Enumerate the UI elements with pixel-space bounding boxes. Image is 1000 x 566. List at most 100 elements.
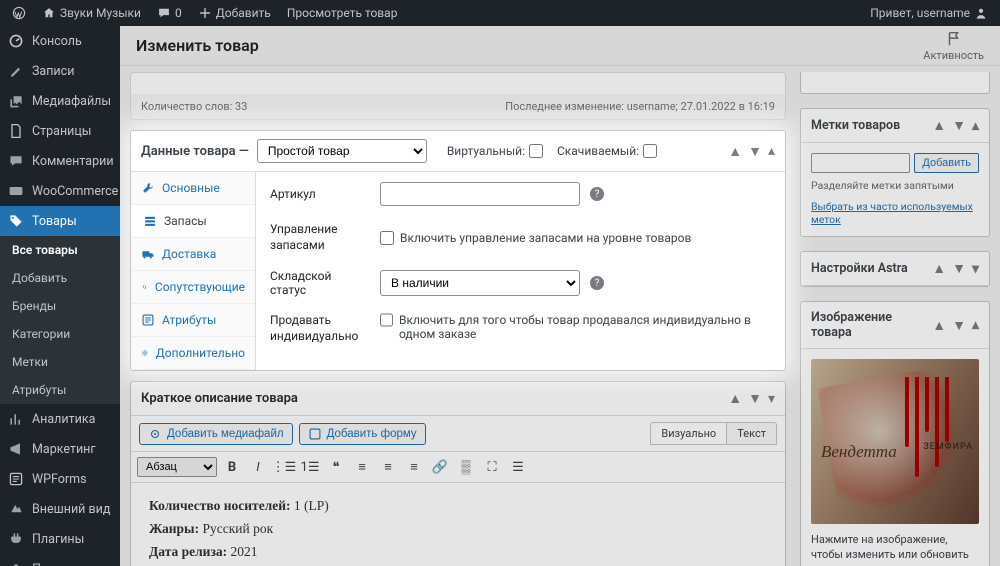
sidebar-item-woocommerce[interactable]: WooCommerce <box>0 176 120 206</box>
sidebar-item-dashboard[interactable]: Консоль <box>0 26 120 56</box>
submenu-add-product[interactable]: Добавить <box>0 264 120 292</box>
astra-settings-box: Настройки Astra ▲▼▾ <box>800 251 990 287</box>
stock-status-select[interactable]: В наличии <box>380 270 580 296</box>
tab-linked[interactable]: Сопутствующие <box>131 271 255 304</box>
sidebar-item-appearance[interactable]: Внешний вид <box>0 494 120 524</box>
align-center-button[interactable]: ≡ <box>377 456 399 478</box>
move-up-icon[interactable]: ▲ <box>728 143 742 160</box>
toolbar-toggle-button[interactable]: ☰ <box>507 456 529 478</box>
downloadable-checkbox-label[interactable]: Скачиваемый: <box>557 144 657 158</box>
italic-button[interactable]: I <box>247 456 269 478</box>
add-media-button[interactable]: Добавить медиафайл <box>139 423 293 445</box>
move-up-icon[interactable]: ▲ <box>728 390 742 407</box>
tab-advanced[interactable]: Дополнительно <box>131 337 255 370</box>
sidebar-item-plugins[interactable]: Плагины <box>0 524 120 554</box>
product-data-title: Данные товара — <box>141 144 249 159</box>
submenu-attributes[interactable]: Атрибуты <box>0 376 120 404</box>
products-submenu: Все товары Добавить Бренды Категории Мет… <box>0 236 120 404</box>
sidebar-item-posts[interactable]: Записи <box>0 56 120 86</box>
virtual-checkbox-label[interactable]: Виртуальный: <box>447 144 543 158</box>
virtual-checkbox[interactable] <box>529 144 543 158</box>
tab-text[interactable]: Текст <box>726 422 777 445</box>
sku-input[interactable] <box>380 182 580 206</box>
help-icon[interactable]: ? <box>590 187 604 201</box>
choose-popular-tags-link[interactable]: Выбрать из часто используемых меток <box>811 200 979 226</box>
move-down-icon[interactable]: ▼ <box>748 143 762 160</box>
downloadable-checkbox[interactable] <box>643 144 657 158</box>
featured-image[interactable]: Вендетта ЗЕМФИРА <box>811 359 979 524</box>
toggle-panel-icon[interactable]: ▴ <box>972 317 979 333</box>
album-artist: ЗЕМФИРА <box>923 442 973 452</box>
toggle-panel-icon[interactable]: ▾ <box>972 261 979 277</box>
move-up-icon[interactable]: ▲ <box>932 117 946 134</box>
move-down-icon[interactable]: ▼ <box>952 317 966 334</box>
move-down-icon[interactable]: ▼ <box>952 260 966 277</box>
more-button[interactable]: ▒ <box>455 456 477 478</box>
comments-link[interactable]: 0 <box>151 6 188 20</box>
tab-inventory[interactable]: Запасы <box>131 205 255 238</box>
paragraph-select[interactable]: Абзац <box>137 457 217 477</box>
align-right-button[interactable]: ≡ <box>403 456 425 478</box>
tag-hint: Разделяйте метки запятыми <box>811 179 979 192</box>
product-type-select[interactable]: Простой товар <box>257 139 427 163</box>
fullscreen-button[interactable]: ⛶ <box>481 456 503 478</box>
sidebar-item-wpforms[interactable]: WPForms <box>0 464 120 494</box>
site-name: Звуки Музыки <box>60 6 141 20</box>
product-data-tabs: Основные Запасы Доставка Сопутствующие А… <box>131 172 256 370</box>
wp-logo[interactable] <box>6 6 32 20</box>
move-down-icon[interactable]: ▼ <box>952 117 966 134</box>
move-up-icon[interactable]: ▲ <box>932 317 946 334</box>
view-product-link[interactable]: Просмотреть товар <box>281 6 404 20</box>
submenu-categories[interactable]: Категории <box>0 320 120 348</box>
short-desc-title: Краткое описание товара <box>141 391 298 406</box>
tab-attributes[interactable]: Атрибуты <box>131 304 255 337</box>
form-icon <box>308 427 322 441</box>
word-count: Количество слов: 33 <box>141 100 247 113</box>
toggle-panel-icon[interactable]: ▾ <box>768 391 775 407</box>
page-header: Изменить товар Активность <box>120 26 1000 66</box>
submenu-all-products[interactable]: Все товары <box>0 236 120 264</box>
sidebar-item-marketing[interactable]: Маркетинг <box>0 434 120 464</box>
sidebar-item-products[interactable]: Товары <box>0 206 120 236</box>
editor-status-bar: Количество слов: 33 Последнее изменение:… <box>130 94 786 120</box>
add-tag-button[interactable]: Добавить <box>914 153 979 173</box>
bullet-list-button[interactable]: ⋮☰ <box>273 456 295 478</box>
numbered-list-button[interactable]: 1☰ <box>299 456 321 478</box>
bold-button[interactable]: B <box>221 456 243 478</box>
sidebar-item-users[interactable]: Пользователи <box>0 554 120 566</box>
submenu-tags[interactable]: Метки <box>0 348 120 376</box>
featured-image-caption: Нажмите на изображение, чтобы изменить и… <box>811 532 979 566</box>
tab-general[interactable]: Основные <box>131 172 255 205</box>
admin-bar: Звуки Музыки 0 Добавить Просмотреть това… <box>0 0 1000 26</box>
help-icon[interactable]: ? <box>590 276 604 290</box>
featured-image-title: Изображение товара <box>811 310 932 340</box>
tag-input[interactable] <box>811 153 910 173</box>
toggle-panel-icon[interactable]: ▴ <box>972 118 979 134</box>
sold-individually-checkbox[interactable] <box>380 313 393 327</box>
editor-content[interactable]: Количество носителей: 1 (LP) Жанры: Русс… <box>131 483 785 566</box>
toggle-panel-icon[interactable]: ▴ <box>768 143 775 159</box>
sidebar-item-pages[interactable]: Страницы <box>0 116 120 146</box>
user-greeting[interactable]: Привет, username <box>864 6 994 20</box>
site-home-link[interactable]: Звуки Музыки <box>36 6 147 20</box>
manage-stock-checkbox[interactable] <box>380 231 394 245</box>
blockquote-button[interactable]: ❝ <box>325 456 347 478</box>
tab-shipping[interactable]: Доставка <box>131 238 255 271</box>
comments-count: 0 <box>175 6 182 20</box>
align-left-button[interactable]: ≡ <box>351 456 373 478</box>
product-data-header: Данные товара — Простой товар Виртуальны… <box>131 131 785 172</box>
activity-button[interactable]: Активность <box>923 30 984 62</box>
add-form-button[interactable]: Добавить форму <box>299 423 426 445</box>
move-up-icon[interactable]: ▲ <box>932 260 946 277</box>
sidebar-item-media[interactable]: Медиафайлы <box>0 86 120 116</box>
link-button[interactable]: 🔗 <box>429 456 451 478</box>
move-down-icon[interactable]: ▼ <box>748 390 762 407</box>
submenu-brands[interactable]: Бренды <box>0 292 120 320</box>
avatar-icon <box>974 6 988 20</box>
page-title: Изменить товар <box>136 36 259 55</box>
add-new-link[interactable]: Добавить <box>192 6 277 20</box>
product-data-fields: Артикул ? Управление запасами Включить у… <box>256 172 785 370</box>
sidebar-item-analytics[interactable]: Аналитика <box>0 404 120 434</box>
tab-visual[interactable]: Визуально <box>650 422 726 445</box>
sidebar-item-comments[interactable]: Комментарии <box>0 146 120 176</box>
